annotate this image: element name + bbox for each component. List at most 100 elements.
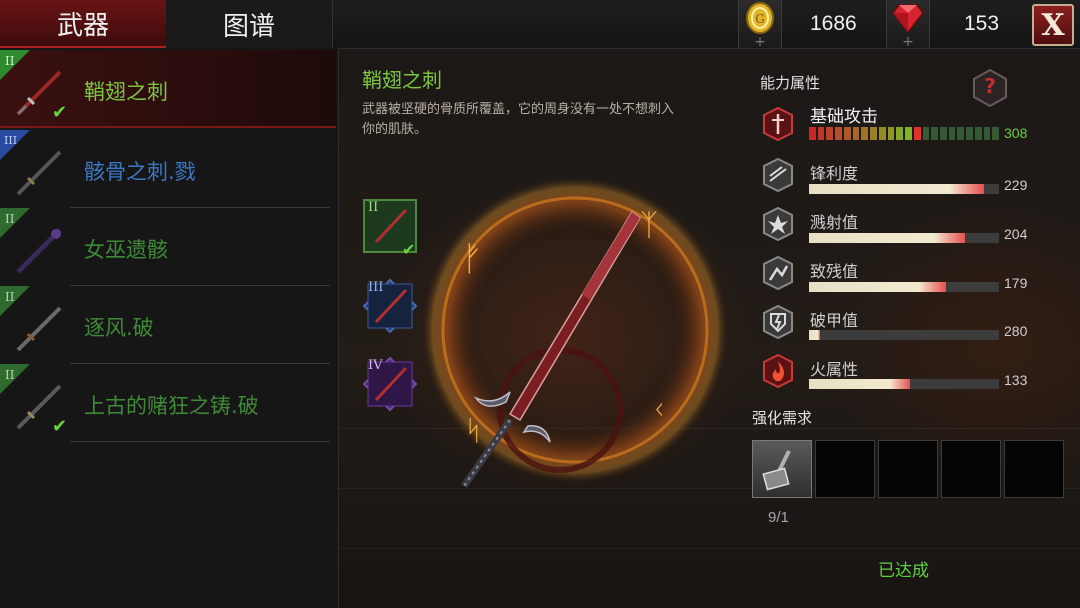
requirement-slot-empty[interactable] <box>941 440 1001 498</box>
sword-icon <box>16 306 62 352</box>
bar-segment <box>809 127 816 140</box>
splash-icon <box>763 206 793 242</box>
bar-segment <box>948 127 956 140</box>
svg-text:G: G <box>755 12 765 26</box>
checkmark-icon: ✔ <box>52 416 68 437</box>
requirements-label: 强化需求 <box>752 409 813 427</box>
weapon-list-item[interactable]: II 女巫遗骸 <box>0 208 330 286</box>
weapon-showcase: ᚠ ᛉ ᚲ ᛋ <box>420 175 730 489</box>
armor-break-icon <box>763 304 793 340</box>
bar-segment <box>817 127 825 140</box>
bar-segment <box>896 127 904 140</box>
stat-bar-fill <box>809 379 910 389</box>
sword-icon <box>16 150 62 196</box>
weapon-name: 逐风.破 <box>84 316 154 340</box>
weapon-title: 鞘翅之刺 <box>362 68 442 92</box>
stat-value: 308 <box>1004 125 1028 141</box>
requirement-slot-empty[interactable] <box>815 440 875 498</box>
hammer-material-icon <box>762 450 791 491</box>
bar-segment <box>870 127 877 140</box>
stat-name: 锋利度 <box>810 164 859 183</box>
help-label: ? <box>984 74 996 98</box>
bar-segment <box>905 127 912 140</box>
top-bar: 武器 图谱 G + 1686 + 153 X <box>0 0 1080 49</box>
weapon-name: 鞘翅之刺 <box>84 80 168 104</box>
weapon-name: 骸骨之刺.戮 <box>84 160 196 184</box>
stat-value: 133 <box>1004 372 1028 388</box>
bar-segment <box>826 127 834 140</box>
fire-icon <box>763 353 793 389</box>
bar-segment <box>913 127 921 140</box>
bar-segment <box>835 127 842 140</box>
stat-value: 280 <box>1004 323 1028 339</box>
stat-bar <box>809 233 999 243</box>
bar-segment <box>983 127 991 140</box>
close-button[interactable]: X <box>1032 4 1074 46</box>
bar-segment <box>843 127 851 140</box>
bar-segment <box>887 127 895 140</box>
staff-icon <box>16 228 62 274</box>
requirement-count: 9/1 <box>768 509 789 526</box>
stat-value: 229 <box>1004 177 1028 193</box>
bar-segment <box>957 127 965 140</box>
rune-glyph: ᚠ <box>462 239 482 279</box>
gold-amount: 1686 <box>810 12 857 35</box>
stat-bar <box>809 282 999 292</box>
weapon-list-item[interactable]: II 逐风.破 <box>0 286 330 364</box>
bar-segment <box>992 127 1000 140</box>
base-attack-bar <box>809 127 1000 140</box>
stat-bar <box>809 379 999 389</box>
requirement-slot-empty[interactable] <box>1004 440 1064 498</box>
tab-codex[interactable]: 图谱 <box>166 0 333 48</box>
bar-segment <box>931 127 939 140</box>
stat-name: 致残值 <box>810 262 859 281</box>
bar-segment <box>861 127 869 140</box>
stat-name: 基础攻击 <box>810 107 878 127</box>
sharpness-icon <box>763 157 793 193</box>
stat-bar-fill <box>809 184 984 194</box>
stat-bar <box>809 184 999 194</box>
stat-name: 火属性 <box>810 360 859 379</box>
requirement-slot-empty[interactable] <box>878 440 938 498</box>
tier-label: IV <box>368 358 383 373</box>
stat-bar-fill <box>809 233 965 243</box>
stat-bar-fill <box>809 282 946 292</box>
tab-weapons[interactable]: 武器 <box>0 0 166 48</box>
rune-glyph: ᛉ <box>640 208 658 243</box>
weapon-list-item[interactable]: II ✔ 上古的赌狂之铸.破 <box>0 364 330 442</box>
stat-name: 溅射值 <box>810 213 859 232</box>
weapon-list: II ✔ 鞘翅之刺 III 骸骨之刺.戮 II 女巫遗骸 II 逐风.破 II … <box>0 48 339 608</box>
weapon-description: 武器被坚硬的骨质所覆盖，它的周身没有一处不想刺入你的肌肤。 <box>362 102 675 137</box>
bar-segment <box>940 127 947 140</box>
bar-segment <box>852 127 860 140</box>
weapon-name: 女巫遗骸 <box>84 238 168 262</box>
weapon-list-item[interactable]: II ✔ 鞘翅之刺 <box>0 50 336 128</box>
bar-segment <box>966 127 973 140</box>
floor-line <box>338 548 1080 549</box>
divider <box>70 441 330 442</box>
help-button[interactable]: ? <box>970 68 1010 108</box>
rune-glyph: ᛋ <box>465 414 482 447</box>
weapon-list-item[interactable]: III 骸骨之刺.戮 <box>0 130 330 208</box>
requirement-slot[interactable] <box>752 440 812 498</box>
cripple-icon <box>763 255 793 291</box>
stat-bar <box>809 330 999 340</box>
stat-value: 179 <box>1004 275 1028 291</box>
bar-segment <box>974 127 982 140</box>
gem-amount: 153 <box>964 12 1000 35</box>
attributes-label: 能力属性 <box>760 74 821 92</box>
requirement-status: 已达成 <box>878 561 929 581</box>
tier-label: II <box>368 200 379 215</box>
stat-name: 破甲值 <box>810 311 859 330</box>
bar-segment <box>922 127 930 140</box>
checkmark-icon: ✔ <box>52 102 68 123</box>
sword-shield-icon <box>763 106 793 142</box>
tier-label: III <box>368 280 384 295</box>
rune-glyph: ᚲ <box>650 393 668 428</box>
stat-value: 204 <box>1004 226 1028 242</box>
weapon-name: 上古的赌狂之铸.破 <box>84 394 259 418</box>
bar-segment <box>878 127 886 140</box>
stat-bar-fill <box>809 330 821 340</box>
gold-coin-icon[interactable]: G + <box>738 0 782 49</box>
red-gem-icon[interactable]: + <box>886 0 930 49</box>
